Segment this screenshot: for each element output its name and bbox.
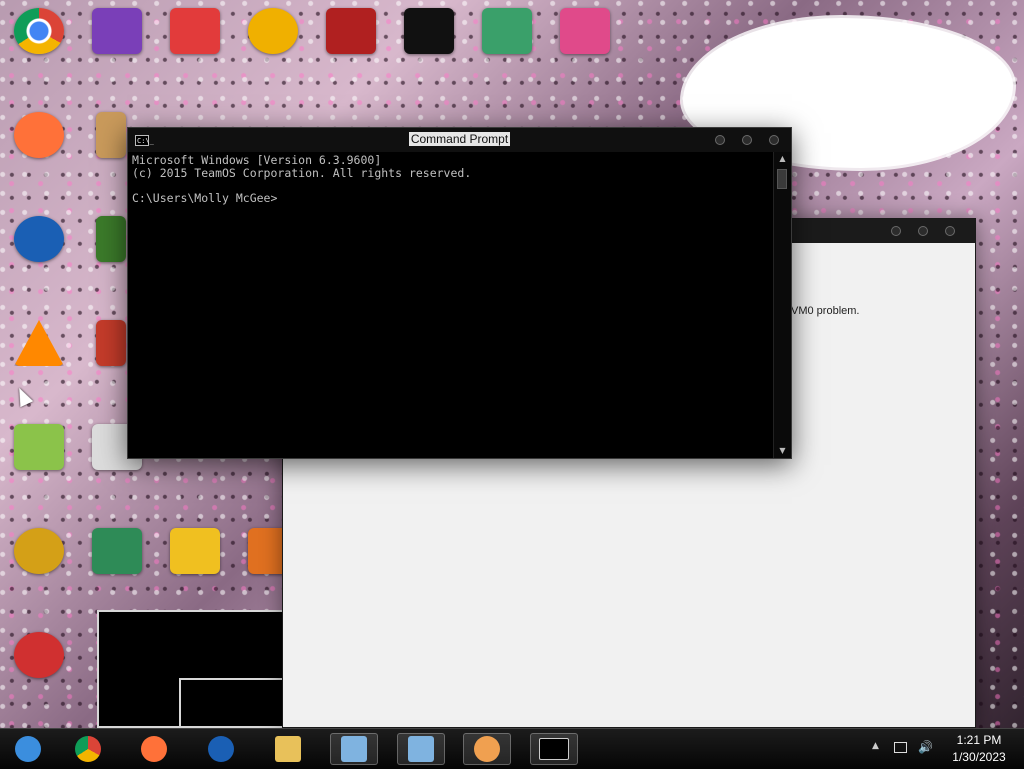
taskbar-remote-desktop-2[interactable] <box>397 733 445 765</box>
taskbar-remote-desktop[interactable] <box>330 733 378 765</box>
desktop-icon-obama[interactable] <box>14 216 64 262</box>
cmd-window-controls <box>715 128 779 152</box>
minimize-button[interactable] <box>715 135 725 145</box>
tray-expand-icon[interactable]: ▲ <box>872 741 879 751</box>
background-window-text: VM0 problem. <box>791 305 860 317</box>
console-line: Microsoft Windows [Version 6.3.9600] <box>132 153 382 167</box>
desktop-icon-dogshit[interactable] <box>14 528 64 574</box>
console-prompt-line: C:\Users\Molly McGee> <box>132 190 278 205</box>
taskbar: ▲ 🔊 1:21 PM 1/30/2023 <box>0 728 1024 769</box>
desktop-icon-legend[interactable] <box>92 528 142 574</box>
taskbar-firefox[interactable] <box>130 733 178 765</box>
desktop-icon-visual-studio[interactable] <box>92 8 142 54</box>
remote-desktop-icon-2 <box>408 736 434 762</box>
cmd-icon <box>539 738 569 760</box>
tray-clock[interactable]: 1:21 PM 1/30/2023 <box>940 732 1018 766</box>
maximize-button[interactable] <box>742 135 752 145</box>
taskbar-ie[interactable] <box>4 733 52 765</box>
desktop-icon-commie[interactable] <box>326 8 376 54</box>
console-line: ​ <box>132 179 770 192</box>
mouse-cursor-icon <box>12 384 34 408</box>
cmd-title-icon: C:\_ <box>135 134 154 146</box>
scroll-down-arrow-icon[interactable]: ▼ <box>774 444 791 458</box>
scrollbar-thumb[interactable] <box>777 169 787 189</box>
desktop-icon-seasons[interactable] <box>96 112 126 158</box>
command-prompt-window[interactable]: C:\_ Command Prompt Microsoft Windows [V… <box>127 127 792 459</box>
desktop-icon-hxd[interactable] <box>14 424 64 470</box>
folder-icon <box>275 736 301 762</box>
console-output[interactable]: Microsoft Windows [Version 6.3.9600] (c) … <box>128 152 774 458</box>
cmd-title: Command Prompt <box>408 132 511 146</box>
taskbar-cmd[interactable] <box>530 733 578 765</box>
taskbar-obama[interactable] <box>197 733 245 765</box>
background-window-small-2 <box>179 678 287 728</box>
tray-date: 1/30/2023 <box>952 750 1006 764</box>
network-icon[interactable] <box>894 742 907 753</box>
cmd-titlebar[interactable]: C:\_ Command Prompt <box>128 128 791 152</box>
taskbar-user[interactable] <box>463 733 511 765</box>
maximize-button[interactable] <box>918 226 928 236</box>
desktop-icon-collab-vm[interactable] <box>560 8 610 54</box>
remote-desktop-icon <box>341 736 367 762</box>
desktop-icon-vlc[interactable] <box>14 320 64 366</box>
firefox-icon <box>141 736 167 762</box>
scroll-up-arrow-icon[interactable]: ▲ <box>774 152 791 166</box>
console-line: (c) 2015 TeamOS Corporation. All rights … <box>132 165 472 180</box>
desktop-icon-2pacalypse[interactable] <box>404 8 454 54</box>
desktop-icon-dev-cpp[interactable] <box>14 632 64 678</box>
minimize-button[interactable] <box>891 226 901 236</box>
obama-logo-icon <box>208 736 234 762</box>
user-icon <box>474 736 500 762</box>
volume-icon[interactable]: 🔊 <box>918 740 933 754</box>
close-button[interactable] <box>945 226 955 236</box>
close-button[interactable] <box>769 135 779 145</box>
ie-icon <box>15 736 41 762</box>
desktop-icon-elves[interactable] <box>482 8 532 54</box>
desktop-icon-steven[interactable] <box>170 8 220 54</box>
desktop-icon-mad-avian[interactable] <box>96 216 126 262</box>
chrome-icon <box>75 736 101 762</box>
cmd-scrollbar[interactable]: ▲ ▼ <box>773 152 791 458</box>
taskbar-chrome[interactable] <box>64 733 112 765</box>
desktop-icon-peg[interactable] <box>248 8 298 54</box>
tray-time: 1:21 PM <box>956 733 1002 747</box>
desktop-icon-firefox[interactable] <box>14 112 64 158</box>
taskbar-explorer[interactable] <box>264 733 312 765</box>
desktop-icon-chrome[interactable] <box>14 8 64 54</box>
desktop-icon-chinese[interactable] <box>170 528 220 574</box>
desktop-icon-minecraft[interactable] <box>96 320 126 366</box>
